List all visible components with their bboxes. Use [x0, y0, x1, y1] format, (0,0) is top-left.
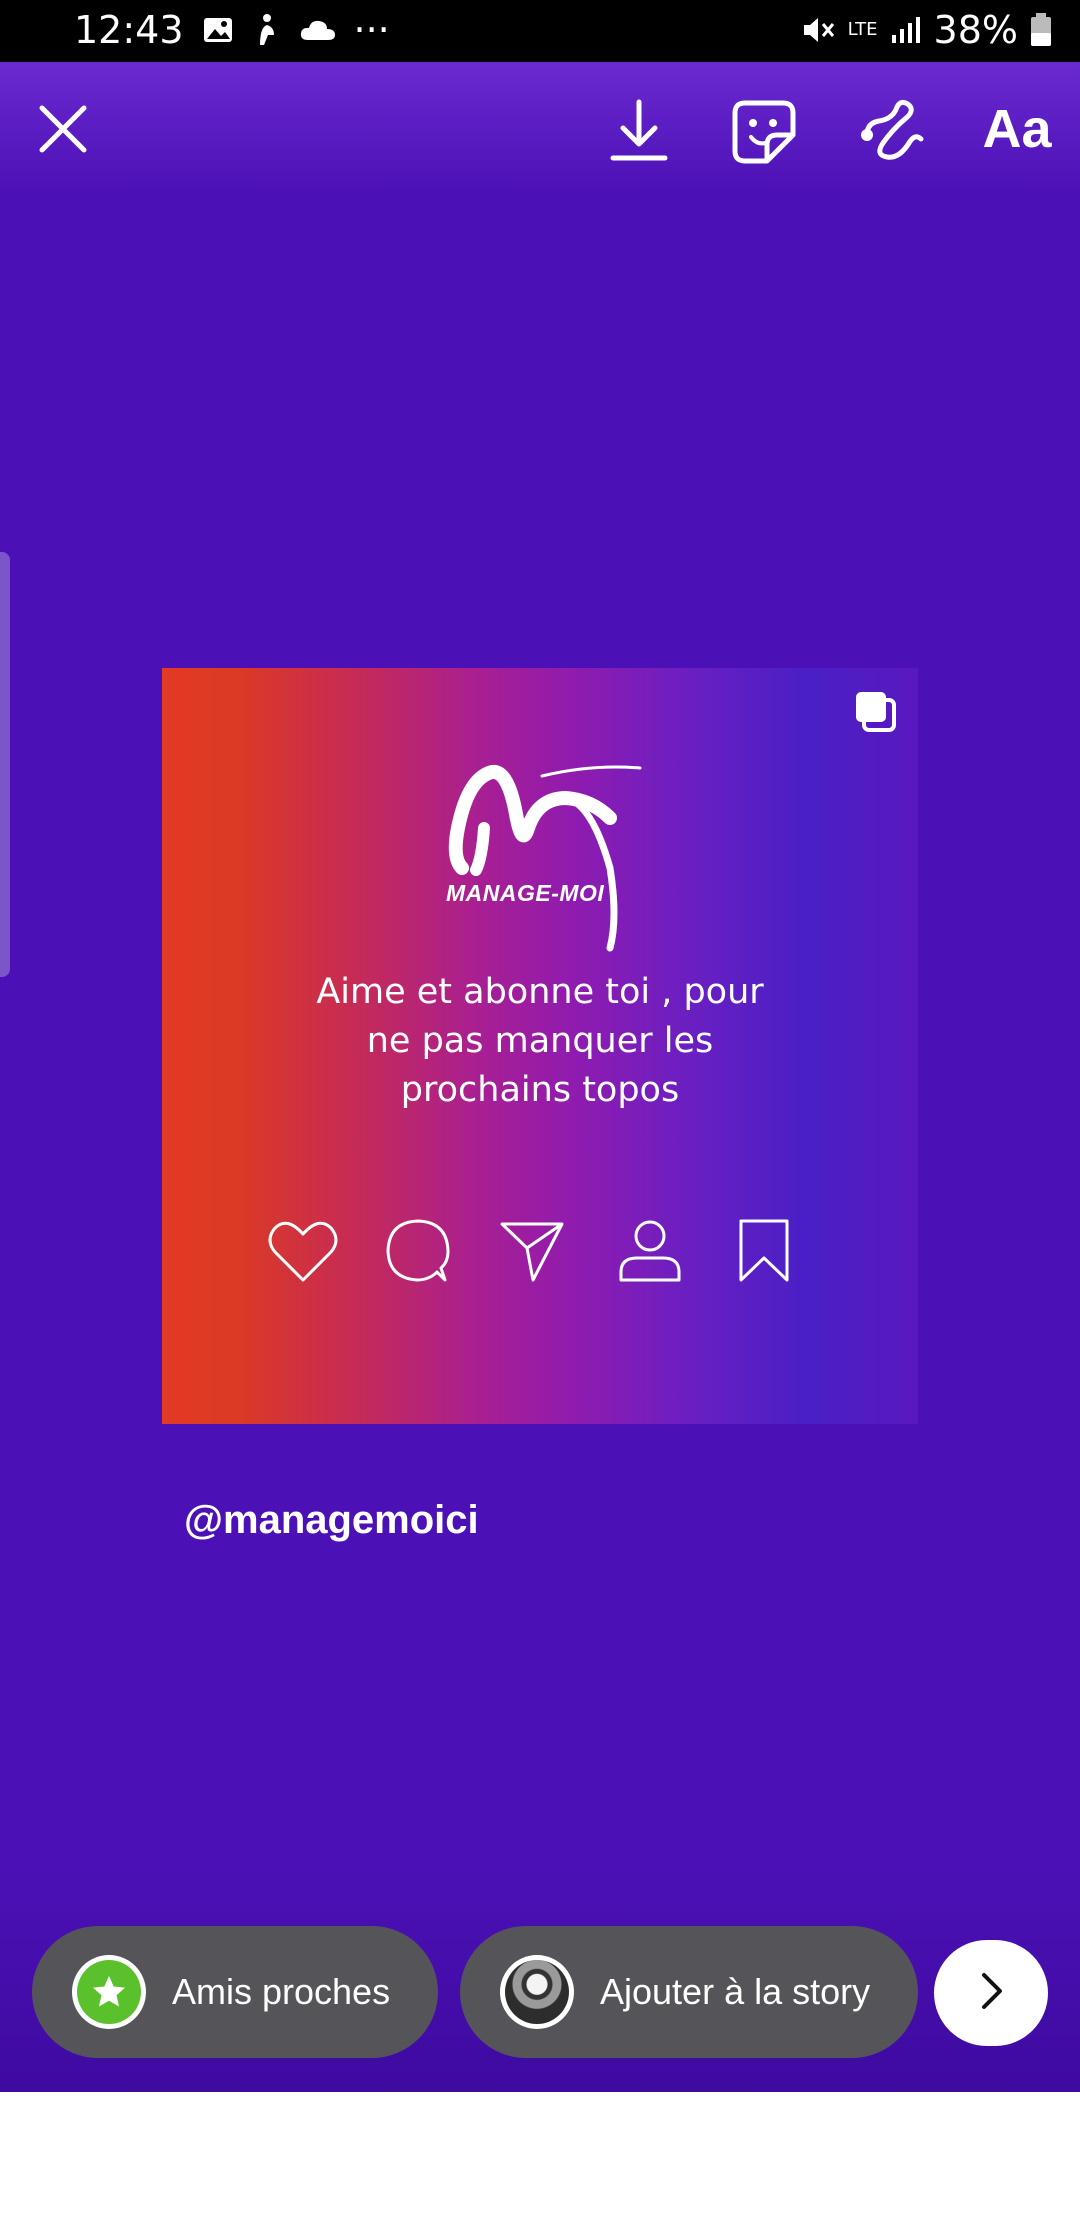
battery-icon: [1030, 13, 1052, 47]
next-button[interactable]: [934, 1940, 1048, 2046]
shared-post-card[interactable]: MANAGE-MOI Aime et abonne toi , pour ne …: [162, 668, 918, 1424]
accessibility-icon: [252, 13, 282, 47]
status-time: 12:43: [74, 8, 184, 52]
heart-icon: [267, 1218, 339, 1289]
download-icon[interactable]: [604, 96, 674, 166]
close-friends-badge: [72, 1955, 146, 2029]
draw-icon[interactable]: [856, 96, 928, 168]
sticker-icon[interactable]: [728, 96, 800, 168]
navigation-area: [0, 2092, 1080, 2220]
close-icon[interactable]: [32, 98, 94, 160]
close-friends-button[interactable]: Amis proches: [32, 1926, 438, 2058]
logo-wordmark: MANAGE-MOI: [446, 880, 605, 906]
send-icon: [499, 1218, 565, 1289]
status-bar: 12:43 ··· LTE 38%: [0, 0, 1080, 62]
text-tool-button[interactable]: Aa: [976, 98, 1058, 160]
profile-icon: [617, 1218, 683, 1289]
caption-line: prochains topos: [400, 1070, 680, 1110]
post-caption: Aime et abonne toi , pour ne pas manquer…: [282, 968, 798, 1115]
chevron-right-icon: [976, 1971, 1006, 2016]
caption-line: ne pas manquer les: [366, 1021, 714, 1061]
editor-toolbar: Aa: [0, 62, 1080, 192]
avatar: [500, 1955, 574, 2029]
add-to-story-button[interactable]: Ajouter à la story: [460, 1926, 918, 2058]
post-action-icons: [267, 1218, 827, 1288]
more-notifications-indicator: ···: [353, 8, 390, 52]
network-type: LTE: [847, 19, 878, 40]
add-to-story-label: Ajouter à la story: [600, 1971, 871, 2012]
side-drawer-handle[interactable]: [0, 552, 10, 977]
account-mention[interactable]: @managemoici: [184, 1498, 479, 1543]
battery-level: 38%: [933, 8, 1018, 52]
caption-line: Aime et abonne toi , pour: [316, 972, 764, 1012]
manage-moi-logo: [442, 758, 652, 958]
mute-icon: [802, 14, 836, 46]
close-friends-label: Amis proches: [172, 1971, 391, 2012]
image-icon: [202, 14, 234, 46]
story-editor-canvas[interactable]: Aa MANAGE-MOI Aime et abonne toi , pour …: [0, 62, 1080, 2092]
cloud-icon: [300, 18, 336, 42]
star-icon: [77, 1960, 141, 2024]
carousel-icon: [852, 688, 898, 739]
signal-icon: [890, 15, 922, 45]
bookmark-icon: [737, 1218, 791, 1289]
comment-icon: [385, 1218, 451, 1289]
